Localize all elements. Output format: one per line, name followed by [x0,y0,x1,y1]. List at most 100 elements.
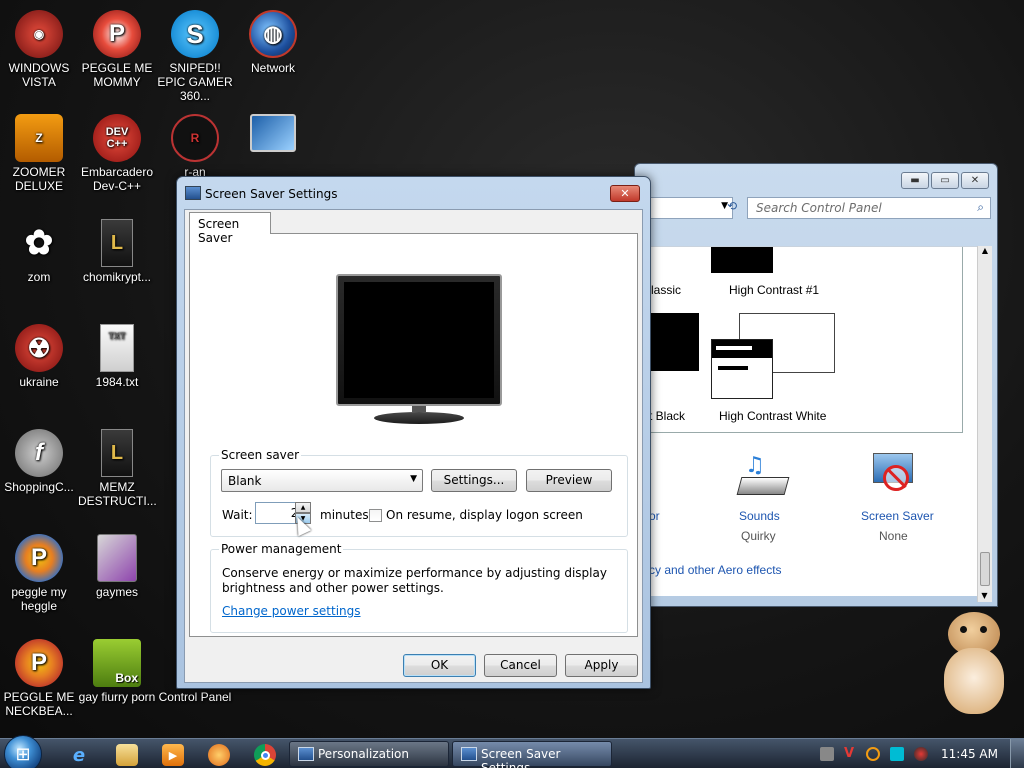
desktop-icon-gay-fiurry[interactable]: Box gay fiurry porn [78,635,156,704]
aero-effects-link[interactable]: cy and other Aero effects [649,563,782,577]
taskbar: ⊞ e ▶ Personalization Screen Saver Setti… [0,735,1024,768]
desktop-icon-shoppingc[interactable]: f ShoppingC... [0,425,78,494]
close-button[interactable]: ✕ [610,185,640,202]
cancel-button[interactable]: Cancel [484,654,557,677]
search-icon[interactable]: ⌕ [977,200,984,215]
show-desktop-button[interactable] [1010,739,1024,768]
desktop-icon-peggle-me-neckbea[interactable]: P PEGGLE ME NECKBEA... [0,635,78,718]
antivirus-tray-icon[interactable]: V [844,747,858,761]
taskbar-item-personalization[interactable]: Personalization [289,741,449,767]
minimize-button[interactable]: ▬ [901,172,929,189]
screen-saver-dialog[interactable]: Screen Saver Settings ✕ Screen Saver Scr… [176,176,651,689]
chrome-icon[interactable] [254,744,276,766]
refresh-icon[interactable]: ⟲ [721,199,743,217]
task-label: Screen Saver Settings [481,747,561,768]
scroll-up-icon[interactable]: ▲ [978,246,992,255]
hamster-desktop-pet-icon[interactable] [940,612,1008,716]
maximize-button[interactable]: ▭ [931,172,959,189]
close-icon: ✕ [970,175,980,186]
desktop-icon-zoomer-deluxe[interactable]: Z ZOOMER DELUXE [0,110,78,193]
theme-thumb-black[interactable] [649,313,699,371]
minutes-label: minutes [320,508,369,522]
network-globe-icon: ◍ [249,10,297,58]
theme-thumb-hc1[interactable] [711,247,773,273]
wait-label: Wait: [222,508,253,522]
lock-file-icon: L [101,219,133,267]
search-placeholder: Search Control Panel [756,201,882,215]
resume-logon-label[interactable]: On resume, display logon screen [386,508,583,522]
explorer-folder-icon[interactable] [116,744,138,766]
volume-tray-icon[interactable] [914,747,928,761]
theme-classic-label[interactable]: lassic [651,283,681,297]
desktop-icon-label: zom [27,270,51,284]
network-tray-icon[interactable] [890,747,904,761]
text-file-icon: TXT [100,324,134,372]
folder-icon [97,534,137,582]
theme-hc-white-label[interactable]: High Contrast White [719,409,826,423]
app-shortcut-icon[interactable] [208,744,230,766]
desktop-icon-devcpp[interactable]: DEV C++ Embarcadero Dev-C++ [78,110,156,193]
windows-logo-icon: ⊞ [15,743,31,765]
screen-saver-group: Screen saver Blank ▼ Settings... Preview… [210,448,628,537]
desktop-icon-label: chomikrypt... [82,270,151,284]
desktop-icon-gaymes[interactable]: gaymes [78,530,156,599]
desktop-icon-network[interactable]: ◍ Network [234,6,312,75]
desktop-icon-label: SNIPED!! EPIC GAMER 360... [157,61,233,103]
close-icon: ✕ [620,187,630,200]
change-power-settings-link[interactable]: Change power settings [222,604,361,618]
theme-hc1-label[interactable]: High Contrast #1 [729,283,819,297]
monitor-bezel [336,274,502,406]
scroll-thumb[interactable] [980,552,990,586]
preview-monitor [336,274,502,424]
internet-explorer-icon[interactable]: e [68,744,90,766]
sounds-scheme: Quirky [741,529,776,543]
monitor-stand [374,412,464,424]
desktop-icon-1984-txt[interactable]: TXT 1984.txt [78,320,156,389]
settings-button[interactable]: Settings... [431,469,517,492]
monitor-icon [250,114,296,152]
taskbar-item-screen-saver-settings[interactable]: Screen Saver Settings [452,741,612,768]
desktop-icon-unnamed[interactable] [234,110,312,155]
desktop-icon-r-an[interactable]: R r-an [156,110,234,179]
sounds-link[interactable]: Sounds [739,509,780,523]
spin-up-icon[interactable]: ▲ [295,502,311,513]
screen-saver-select[interactable]: Blank ▼ [221,469,423,492]
search-input[interactable]: Search Control Panel ⌕ [747,197,991,219]
tab-screen-saver[interactable]: Screen Saver [189,212,271,245]
box-label: Box [115,671,138,685]
desktop-icon-chomikrypt[interactable]: L chomikrypt... [78,215,156,284]
screen-saver-icon[interactable] [871,453,917,497]
desktop-icon-memz[interactable]: L MEMZ DESTRUCTI... [78,425,157,508]
flash-icon: f [15,429,63,477]
personalization-window[interactable]: ▬ ▭ ✕ ▼ ⟲ Search Control Panel ⌕ lassic … [634,163,998,607]
close-button[interactable]: ✕ [961,172,989,189]
preview-button[interactable]: Preview [526,469,612,492]
desktop-icon-zom[interactable]: ✿ zom [0,215,78,284]
scroll-down-icon[interactable]: ▼ [978,591,991,600]
system-clock[interactable]: 11:45 AM [941,747,998,761]
lock-file-icon: L [101,429,133,477]
sounds-icon[interactable]: ♫ [736,453,790,499]
desktop-icon-sniped[interactable]: S SNIPED!! EPIC GAMER 360... [156,6,234,103]
media-player-icon[interactable]: ▶ [162,744,184,766]
desktop-icon-windows-vista[interactable]: ◉ WINDOWS VISTA [0,6,78,89]
desktop-icon-peggle-me-mommy[interactable]: P PEGGLE ME MOMMY [78,6,156,89]
desktop-icon-ukraine[interactable]: ☢ ukraine [0,320,78,389]
ok-button[interactable]: OK [403,654,476,677]
power-management-group: Power management Conserve energy or maxi… [210,542,628,633]
desktop-icon-label: MEMZ DESTRUCTI... [78,480,157,508]
screen-saver-status: None [879,529,908,543]
desktop-icon-label: Network [250,61,295,75]
minimize-icon: ▬ [910,175,920,186]
screen-saver-link[interactable]: Screen Saver [861,509,934,523]
resume-logon-checkbox[interactable] [369,509,382,522]
start-button[interactable]: ⊞ [4,735,42,768]
desktop-icon-peggle-my-heggle[interactable]: P peggle my heggle [0,530,78,613]
desktop-icon-label: 1984.txt [95,375,139,389]
tray-app-icon[interactable] [820,747,834,761]
devcpp-icon: DEV C++ [93,114,141,162]
vertical-scrollbar[interactable]: ▲ ▼ [977,246,992,602]
apply-button[interactable]: Apply [565,654,638,677]
search-tray-icon[interactable] [866,747,880,761]
theme-black-label[interactable]: t Black [649,409,685,423]
